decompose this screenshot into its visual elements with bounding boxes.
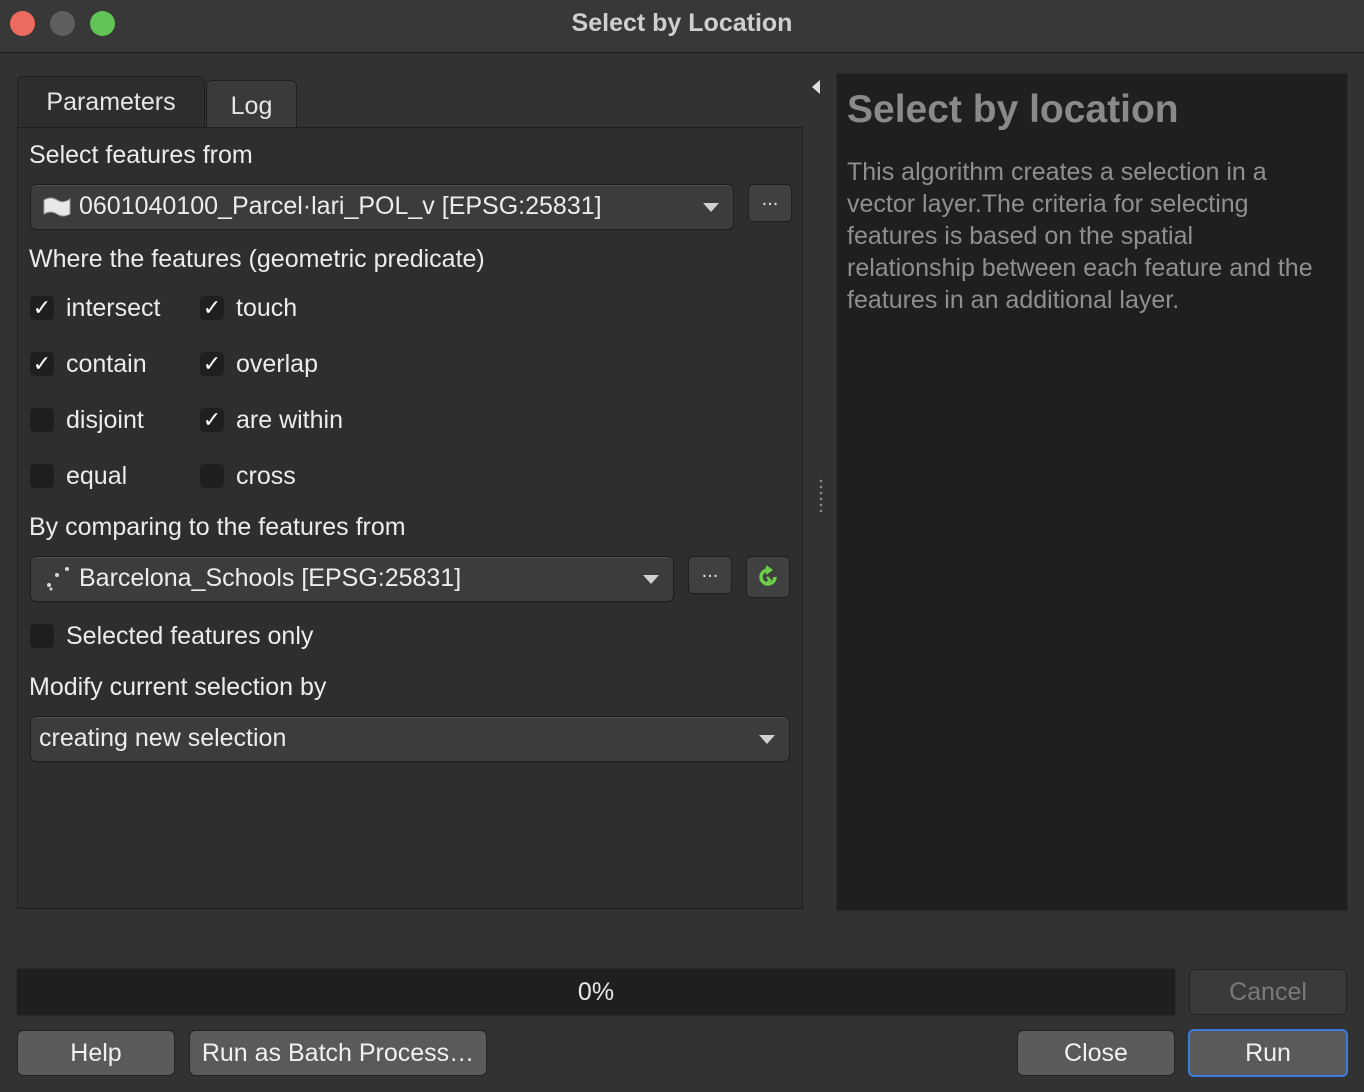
method-value: creating new selection	[39, 724, 287, 752]
checkbox-are-within[interactable]: ✓	[200, 408, 224, 432]
check-icon: ✓	[202, 295, 222, 320]
checkbox-label-overlap: overlap	[236, 350, 318, 378]
checkbox-label-equal: equal	[66, 462, 128, 490]
check-icon: ✓	[202, 407, 222, 432]
checkbox-equal[interactable]	[30, 464, 54, 488]
progress-text: 0%	[577, 978, 615, 1006]
polygon-layer-icon	[43, 197, 71, 217]
checkbox-overlap[interactable]: ✓	[200, 352, 224, 376]
check-icon: ✓	[32, 351, 52, 376]
intersect-layer-value: Barcelona_Schools [EPSG:25831]	[79, 564, 462, 592]
tab-log[interactable]: Log	[206, 80, 297, 131]
close-button[interactable]: Close	[1017, 1030, 1175, 1076]
run-batch-button[interactable]: Run as Batch Process…	[189, 1030, 487, 1076]
intersect-layer-combo[interactable]: Barcelona_Schools [EPSG:25831]	[30, 556, 674, 602]
intersect-browse-button[interactable]: ...	[688, 556, 732, 594]
chevron-down-icon	[703, 203, 719, 212]
checkbox-label-touch: touch	[236, 294, 298, 322]
checkbox-selected-only[interactable]	[30, 624, 54, 648]
help-title: Select by location	[847, 88, 1179, 131]
iterate-button[interactable]	[746, 556, 790, 598]
help-button[interactable]: Help	[17, 1030, 175, 1076]
checkbox-label-disjoint: disjoint	[66, 406, 144, 434]
chevron-down-icon	[759, 735, 775, 744]
checkbox-label-are-within: are within	[236, 406, 343, 434]
point-layer-icon	[47, 567, 69, 591]
help-text: This algorithm creates a selection in a …	[847, 158, 1313, 314]
selected-only-label: Selected features only	[66, 622, 314, 650]
method-label: Modify current selection by	[29, 673, 327, 701]
iterate-icon	[759, 565, 777, 586]
method-combo[interactable]: creating new selection	[30, 716, 790, 762]
checkbox-contain[interactable]: ✓	[30, 352, 54, 376]
intersect-layer-label: By comparing to the features from	[29, 513, 406, 541]
predicate-label: Where the features (geometric predicate)	[29, 245, 485, 273]
splitter-handle[interactable]	[818, 478, 824, 516]
chevron-down-icon	[643, 575, 659, 584]
input-browse-button[interactable]: ...	[748, 184, 792, 222]
checkbox-label-cross: cross	[236, 462, 296, 490]
help-panel: Select by location This algorithm create…	[836, 73, 1348, 911]
check-icon: ✓	[202, 351, 222, 376]
input-layer-combo[interactable]: 0601040100_Parcel·lari_POL_v [EPSG:25831…	[30, 184, 734, 230]
parameters-panel: Select features from 0601040100_Parcel·l…	[17, 127, 803, 909]
checkbox-touch[interactable]: ✓	[200, 296, 224, 320]
checkbox-intersect[interactable]: ✓	[30, 296, 54, 320]
checkbox-disjoint[interactable]	[30, 408, 54, 432]
checkbox-label-intersect: intersect	[66, 294, 161, 322]
run-button[interactable]: Run	[1188, 1029, 1348, 1077]
input-layer-value: 0601040100_Parcel·lari_POL_v [EPSG:25831…	[79, 192, 602, 220]
checkbox-label-contain: contain	[66, 350, 147, 378]
title-bar: Select by Location	[0, 0, 1364, 53]
tab-parameters[interactable]: Parameters	[17, 76, 205, 130]
check-icon: ✓	[32, 295, 52, 320]
collapse-arrow-icon[interactable]	[810, 78, 822, 96]
window-title: Select by Location	[571, 9, 793, 37]
checkbox-cross[interactable]	[200, 464, 224, 488]
progress-bar: 0%	[16, 968, 1176, 1016]
input-layer-label: Select features from	[29, 141, 253, 169]
cancel-button[interactable]: Cancel	[1189, 969, 1347, 1015]
